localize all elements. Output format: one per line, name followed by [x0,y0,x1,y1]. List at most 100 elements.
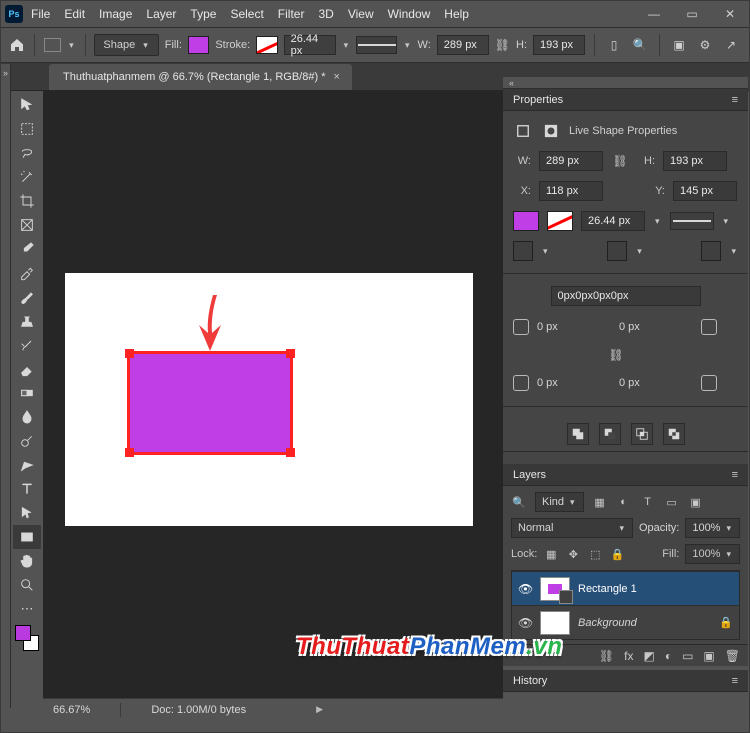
resize-handle-bottom-right[interactable] [286,448,295,457]
maximize-button[interactable]: ▭ [673,1,711,27]
layer-name[interactable]: Rectangle 1 [578,583,637,595]
eyedropper-tool-icon[interactable] [13,237,41,261]
layer-thumbnail[interactable] [540,577,570,601]
eraser-tool-icon[interactable] [13,357,41,381]
panel-collapse-icon[interactable]: « [503,77,748,89]
history-brush-tool-icon[interactable] [13,333,41,357]
foreground-color-swatch[interactable] [15,625,31,641]
healing-brush-tool-icon[interactable] [13,261,41,285]
minimize-button[interactable]: — [635,1,673,27]
tool-mode-select[interactable]: Shape ▾ [94,34,158,56]
opacity-field[interactable]: 100%▾ [685,518,740,538]
fill-swatch[interactable] [188,36,209,54]
lock-artboard-icon[interactable]: ⬚ [587,546,603,562]
menu-view[interactable]: View [348,7,374,21]
frame-tool-icon[interactable] [13,213,41,237]
zoom-level[interactable]: 66.67% [53,704,90,716]
visibility-icon[interactable]: 👁 [518,582,532,596]
layer-fill-field[interactable]: 100%▾ [685,544,740,564]
chevron-down-icon[interactable]: ▾ [67,40,76,51]
group-icon[interactable]: ▭ [682,649,693,663]
artboard[interactable] [65,273,473,526]
align-edges-icon[interactable]: ▯ [604,35,624,55]
chevron-down-icon[interactable]: ▾ [403,40,412,51]
panel-menu-icon[interactable]: ≡ [732,469,738,481]
search-icon[interactable]: 🔍 [511,494,527,510]
menu-type[interactable]: Type [190,7,216,21]
magic-wand-tool-icon[interactable] [13,165,41,189]
path-selection-tool-icon[interactable] [13,501,41,525]
layer-row[interactable]: 👁 Rectangle 1 [512,571,739,605]
menu-edit[interactable]: Edit [64,7,85,21]
history-panel-header[interactable]: History ≡ [503,670,748,692]
filter-shape-icon[interactable]: ▭ [664,494,680,510]
home-icon[interactable] [9,34,25,56]
blur-tool-icon[interactable] [13,405,41,429]
lock-all-icon[interactable]: 🔒 [609,546,625,562]
chevron-down-icon[interactable]: ▾ [653,216,662,227]
search-icon[interactable]: 🔍 [630,35,650,55]
fx-icon[interactable]: fx [624,649,633,663]
menu-image[interactable]: Image [99,7,132,21]
crop-tool-icon[interactable] [13,189,41,213]
rectangle-shape[interactable] [127,351,293,455]
frame-icon[interactable]: ▣ [669,35,689,55]
gear-icon[interactable]: ⚙ [695,35,715,55]
edit-toolbar-icon[interactable]: ⋯ [13,597,41,621]
menu-window[interactable]: Window [388,7,431,21]
stroke-align-icon[interactable] [513,241,533,261]
resize-handle-bottom-left[interactable] [125,448,134,457]
prop-stroke-swatch[interactable] [547,211,573,231]
prop-w-field[interactable]: 289 px [539,151,603,171]
resize-handle-top-right[interactable] [286,349,295,358]
gradient-tool-icon[interactable] [13,381,41,405]
doc-info[interactable]: Doc: 1.00M/0 bytes [151,704,246,716]
pathop-subtract-icon[interactable] [599,423,621,445]
stroke-width-field[interactable]: 26.44 px [284,35,336,55]
prop-x-field[interactable]: 118 px [539,181,603,201]
menu-3d[interactable]: 3D [318,7,333,21]
pathop-intersect-icon[interactable] [631,423,653,445]
brush-tool-icon[interactable] [13,285,41,309]
menu-layer[interactable]: Layer [146,7,176,21]
prop-stroke-style[interactable] [670,212,714,230]
pathop-combine-icon[interactable] [567,423,589,445]
menu-help[interactable]: Help [444,7,469,21]
corners-summary-field[interactable]: 0px0px0px0px [551,286,701,306]
corner-br-field[interactable]: 0 px [619,377,691,389]
layer-filter-kind[interactable]: Kind▾ [535,492,584,512]
panel-menu-icon[interactable]: ≡ [732,94,738,106]
close-tab-icon[interactable]: × [333,71,339,83]
panel-menu-icon[interactable]: ≡ [732,675,738,687]
canvas-area[interactable] [43,91,503,701]
clone-stamp-tool-icon[interactable] [13,309,41,333]
layer-name[interactable]: Background [578,617,637,629]
blend-mode-select[interactable]: Normal▾ [511,518,633,538]
stroke-swatch[interactable] [256,36,277,54]
filter-smart-icon[interactable]: ▣ [688,494,704,510]
visibility-icon[interactable]: 👁 [518,616,532,630]
corner-tl-field[interactable]: 0 px [537,321,609,333]
stroke-style-select[interactable] [356,36,397,54]
chevron-down-icon[interactable]: ▾ [342,40,351,51]
menu-file[interactable]: File [31,7,50,21]
prop-y-field[interactable]: 145 px [673,181,737,201]
layer-thumbnail[interactable] [540,611,570,635]
foreground-background-swatch[interactable] [13,623,41,653]
status-menu-icon[interactable]: ▶ [316,704,323,715]
mask-icon[interactable]: ◩ [643,649,654,663]
shape-preset-icon[interactable] [44,38,61,52]
link-corners-icon[interactable]: ⛓ [607,346,625,364]
link-icon[interactable]: ⛓ [611,152,629,170]
resize-handle-top-left[interactable] [125,349,134,358]
stroke-caps-icon[interactable] [607,241,627,261]
corner-bl-field[interactable]: 0 px [537,377,609,389]
chevron-down-icon[interactable]: ▾ [722,216,731,227]
stroke-corners-icon[interactable] [701,241,721,261]
link-icon[interactable]: ⛓ [495,36,510,54]
new-layer-icon[interactable]: ▣ [703,649,714,663]
prop-fill-swatch[interactable] [513,211,539,231]
layers-panel-header[interactable]: Layers ≡ [503,464,748,486]
menu-select[interactable]: Select [230,7,263,21]
hand-tool-icon[interactable] [13,549,41,573]
